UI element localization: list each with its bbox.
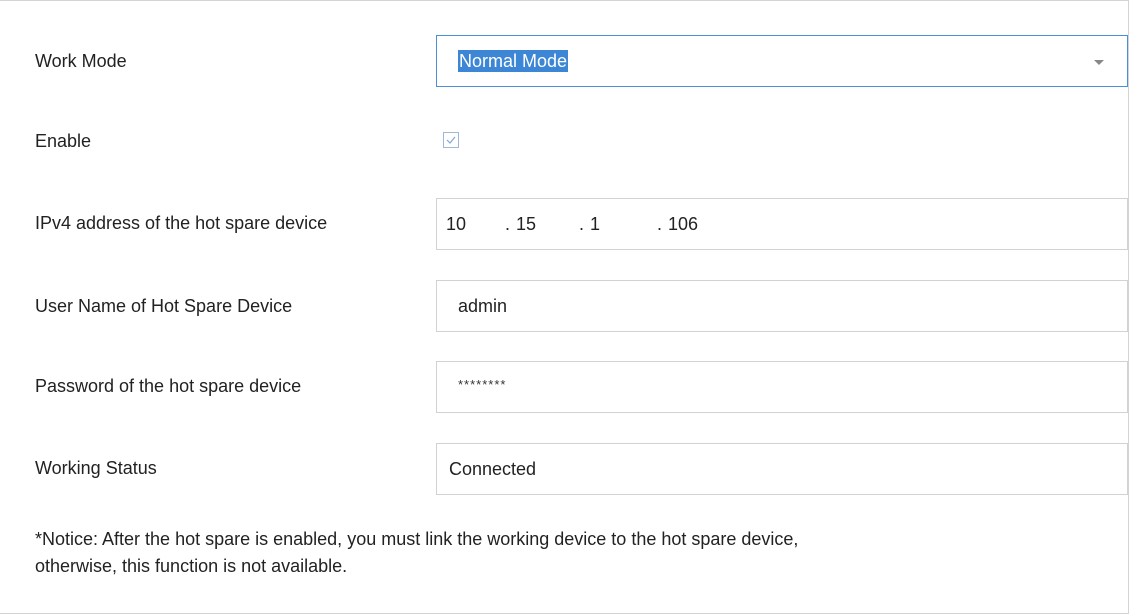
password-field[interactable]: ******** — [436, 361, 1128, 413]
ipv4-octet-4[interactable]: 106 — [668, 213, 698, 235]
ipv4-octet-2[interactable]: 15 — [516, 213, 536, 235]
ipv4-address-field[interactable]: 10 . 15 . 1 . 106 — [436, 198, 1128, 250]
ipv4-separator: . — [579, 214, 585, 234]
work-mode-label: Work Mode — [35, 51, 127, 71]
ipv4-label: IPv4 address of the hot spare device — [35, 213, 328, 233]
ipv4-separator: . — [657, 214, 663, 234]
working-status-label: Working Status — [35, 458, 157, 478]
chevron-down-icon — [1094, 60, 1104, 65]
ipv4-octet-1[interactable]: 10 — [446, 213, 466, 235]
user-name-label: User Name of Hot Spare Device — [35, 296, 293, 316]
working-status-field: Connected — [436, 443, 1128, 495]
working-status-value: Connected — [449, 459, 537, 479]
hot-spare-settings-panel: Work Mode Normal Mode Enable IPv4 addres… — [0, 0, 1129, 614]
ipv4-separator: . — [505, 214, 511, 234]
notice-line-1: *Notice: After the hot spare is enabled,… — [35, 529, 799, 549]
work-mode-select[interactable]: Normal Mode — [436, 35, 1128, 87]
notice-line-2: otherwise, this function is not availabl… — [35, 556, 348, 576]
checkmark-icon — [446, 136, 456, 144]
user-name-value: admin — [458, 296, 508, 316]
enable-label: Enable — [35, 131, 92, 151]
enable-checkbox[interactable] — [443, 132, 459, 148]
work-mode-value: Normal Mode — [458, 50, 569, 72]
password-value: ******** — [458, 377, 507, 392]
notice-text: *Notice: After the hot spare is enabled,… — [35, 526, 1035, 580]
password-label: Password of the hot spare device — [35, 376, 302, 396]
ipv4-octet-3[interactable]: 1 — [590, 213, 600, 235]
user-name-field[interactable]: admin — [436, 280, 1128, 332]
